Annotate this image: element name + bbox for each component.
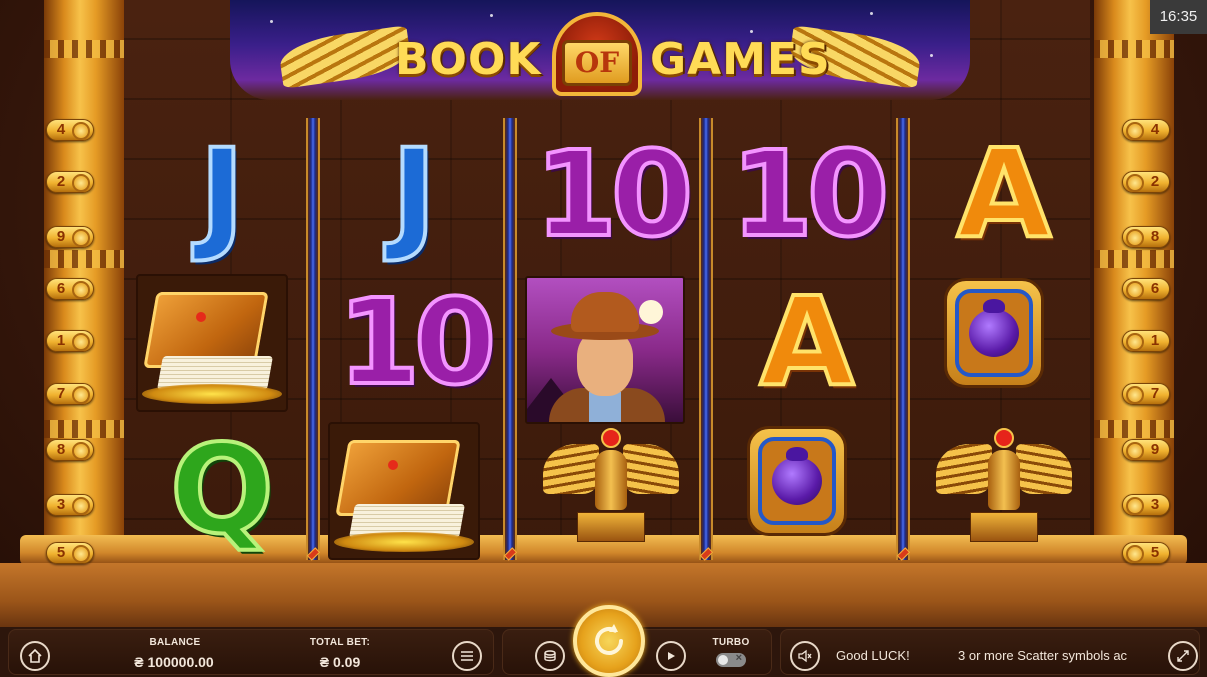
game-logo: BOOK OF GAMES <box>277 8 923 100</box>
payline-marker[interactable]: 4 <box>46 119 94 141</box>
coin-icon <box>1126 545 1144 563</box>
payline-marker[interactable]: 5 <box>46 542 94 564</box>
coin-icon <box>1126 122 1144 140</box>
coin-icon <box>1126 497 1144 515</box>
reel-2: J 10 <box>320 120 508 560</box>
coin-icon <box>72 174 90 192</box>
reel-symbol-q: Q <box>168 419 276 561</box>
reel-symbol-book <box>128 268 316 416</box>
reel-symbol-10: 10 <box>729 125 891 263</box>
payline-marker[interactable]: 9 <box>1122 439 1170 461</box>
payline-marker[interactable]: 7 <box>46 383 94 405</box>
payline-marker[interactable]: 3 <box>1122 494 1170 516</box>
payline-marker[interactable]: 2 <box>46 171 94 193</box>
spin-button[interactable] <box>573 605 645 677</box>
home-icon <box>28 648 42 663</box>
logo-word-book: BOOK <box>395 34 542 85</box>
coin-icon <box>72 229 90 247</box>
payline-marker[interactable]: 9 <box>46 226 94 248</box>
explorer-icon <box>525 276 685 424</box>
balance-value: ₴ 100000.00 <box>134 654 214 670</box>
coin-icon <box>1126 442 1144 460</box>
book-icon <box>328 422 480 560</box>
spin-icon <box>595 624 623 655</box>
coin-icon <box>72 545 90 563</box>
info-ticker: 3 or more Scatter symbols ac <box>958 648 1128 663</box>
menu-button[interactable] <box>452 641 482 671</box>
winged-statue-icon <box>930 422 1078 552</box>
payline-marker[interactable]: 8 <box>1122 226 1170 248</box>
coin-icon <box>72 442 90 460</box>
reel-symbol-a: A <box>758 271 856 413</box>
scarab-icon <box>747 426 847 536</box>
coin-icon <box>72 386 90 404</box>
coin-icon <box>72 333 90 351</box>
payline-marker[interactable]: 6 <box>46 278 94 300</box>
fullscreen-button[interactable] <box>1168 641 1198 671</box>
status-message: Good LUCK! <box>836 648 910 663</box>
reel-3: 10 <box>517 120 705 560</box>
winged-statue-icon <box>537 422 685 552</box>
coins-icon <box>544 650 556 662</box>
payline-marker[interactable]: 4 <box>1122 119 1170 141</box>
balance-label: BALANCE <box>149 637 201 648</box>
payline-marker[interactable]: 8 <box>46 439 94 461</box>
book-icon <box>136 274 288 412</box>
reel-symbol-a: A <box>955 123 1053 265</box>
payline-marker[interactable]: 7 <box>1122 383 1170 405</box>
coin-icon <box>1126 229 1144 247</box>
payline-marker[interactable]: 5 <box>1122 542 1170 564</box>
home-button[interactable] <box>20 641 50 671</box>
reel-1: J Q <box>128 120 316 560</box>
reel-4: 10 A <box>713 120 901 560</box>
reel-symbol-10: 10 <box>533 125 695 263</box>
scarab-icon <box>944 278 1044 388</box>
payline-marker[interactable]: 3 <box>46 494 94 516</box>
reel-symbol-book <box>320 416 508 564</box>
info-panel <box>8 629 494 675</box>
coin-icon <box>72 122 90 140</box>
total-bet-label: TOTAL BET: <box>309 637 371 648</box>
coin-icon <box>72 497 90 515</box>
coin-icon <box>1126 281 1144 299</box>
reel-symbol-statue <box>910 416 1098 564</box>
payline-marker[interactable]: 1 <box>1122 330 1170 352</box>
coin-icon <box>72 281 90 299</box>
bet-coins-button[interactable] <box>535 641 565 671</box>
coin-icon <box>1126 386 1144 404</box>
logo-word-of: OF <box>562 40 632 86</box>
game-stage: BOOK OF GAMES 4 2 9 6 1 7 8 3 5 4 2 8 6 … <box>0 0 1207 677</box>
reel-5: A <box>910 120 1098 560</box>
total-bet-value: ₴ 0.09 <box>319 654 361 670</box>
reel-symbol-scarab <box>713 416 901 564</box>
system-clock: 16:35 <box>1150 0 1207 34</box>
sound-button[interactable] <box>790 641 820 671</box>
payline-marker[interactable]: 1 <box>46 330 94 352</box>
turbo-label: TURBO <box>712 637 750 648</box>
autoplay-button[interactable] <box>656 641 686 671</box>
turbo-toggle[interactable]: × <box>716 652 746 667</box>
reel-symbol-scarab <box>910 268 1098 416</box>
fullscreen-icon <box>1177 650 1189 662</box>
logo-word-games: GAMES <box>650 34 831 85</box>
reel-symbol-explorer <box>517 268 705 424</box>
autoplay-icon <box>668 652 675 660</box>
mute-icon <box>798 649 812 663</box>
payline-marker[interactable]: 6 <box>1122 278 1170 300</box>
coin-icon <box>1126 333 1144 351</box>
reel-symbol-j: J <box>389 123 438 265</box>
reel-symbol-10: 10 <box>336 273 498 411</box>
reel-symbol-j: J <box>197 123 246 265</box>
coin-icon <box>1126 174 1144 192</box>
payline-marker[interactable]: 2 <box>1122 171 1170 193</box>
reel-symbol-statue <box>517 416 705 564</box>
menu-icon <box>461 651 473 661</box>
